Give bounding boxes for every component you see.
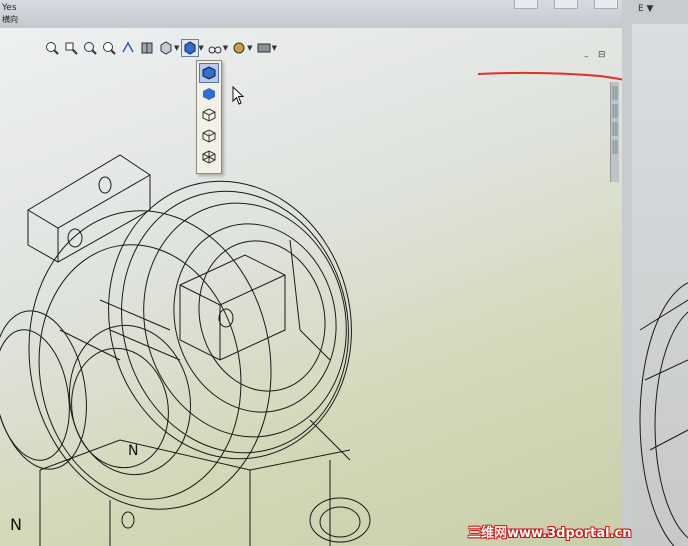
task-pane-tab[interactable]: [612, 104, 618, 118]
secondary-window-label[interactable]: E ▼: [638, 4, 653, 14]
view-orientation-dropdown-icon[interactable]: ▼: [174, 44, 179, 52]
command-manager-bar: Yes 横向: [0, 0, 640, 29]
model-label-n-2: N: [10, 515, 22, 534]
previous-view-icon[interactable]: [82, 40, 98, 56]
heads-up-view-toolbar: ▼ ▼ ▼ ▼ ▼: [44, 38, 277, 58]
display-style-icon[interactable]: [181, 39, 200, 57]
graphics-viewport[interactable]: – ⊟ N N: [0, 28, 622, 546]
maximize-window-button[interactable]: [554, 0, 578, 9]
task-pane-tab[interactable]: [612, 122, 618, 136]
rotate-view-icon[interactable]: [120, 40, 136, 56]
edit-appearance-dropdown-icon[interactable]: ▼: [247, 44, 252, 52]
task-pane-tabs: [610, 82, 619, 182]
hide-show-dropdown-icon[interactable]: ▼: [223, 44, 228, 52]
hidden-lines-removed-icon[interactable]: [200, 106, 218, 124]
menu-label[interactable]: Yes: [2, 3, 17, 13]
shaded-icon[interactable]: [200, 85, 218, 103]
display-style-dropdown-icon[interactable]: ▼: [198, 44, 203, 52]
hidden-lines-visible-icon[interactable]: [200, 127, 218, 145]
secondary-model-view: [639, 282, 688, 546]
secondary-window: [632, 24, 688, 546]
zoom-to-area-icon[interactable]: [63, 40, 79, 56]
shaded-with-edges-icon[interactable]: [199, 63, 219, 83]
orientation-label[interactable]: 横向: [2, 14, 18, 25]
screenshot: Yes 横向 – ⊟ N N ▼ ▼ ▼ ▼ ▼ E ▼ 三维网www.3dpo…: [0, 0, 688, 546]
wireframe-icon[interactable]: [200, 148, 218, 166]
mouse-pointer-icon: [232, 86, 245, 105]
task-pane-tab[interactable]: [612, 86, 618, 100]
edit-appearance-icon[interactable]: [231, 40, 247, 56]
model-label-n: N: [128, 443, 138, 459]
hide-show-items-icon[interactable]: [207, 40, 223, 56]
zoom-to-fit-icon[interactable]: [44, 40, 60, 56]
close-window-button[interactable]: [594, 0, 618, 9]
task-pane-tab[interactable]: [612, 140, 618, 154]
section-view-icon[interactable]: [139, 40, 155, 56]
watermark-text: 三维网www.3dportal.cn: [468, 526, 632, 541]
display-style-dropdown: [196, 60, 222, 174]
minimize-window-button[interactable]: [514, 0, 538, 9]
zoom-in-out-icon[interactable]: [101, 40, 117, 56]
view-settings-icon[interactable]: [256, 40, 272, 56]
wireframe-model-view[interactable]: N N: [0, 28, 622, 546]
view-orientation-icon[interactable]: [158, 40, 174, 56]
view-settings-dropdown-icon[interactable]: ▼: [272, 44, 277, 52]
